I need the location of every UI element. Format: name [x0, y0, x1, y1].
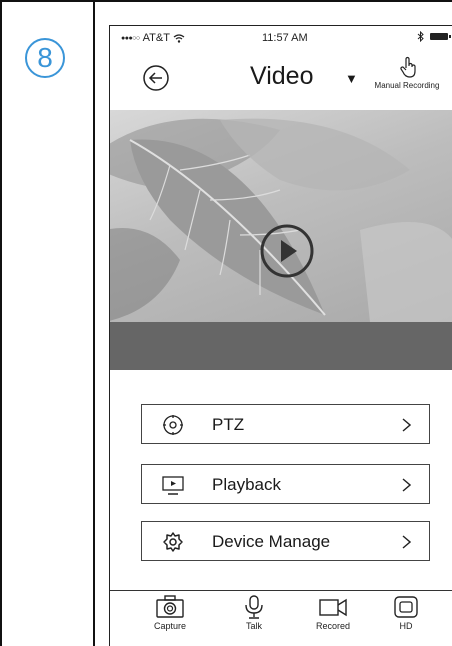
chevron-right-icon [402, 535, 411, 549]
playback-screen-icon [162, 476, 184, 495]
hd-icon [394, 596, 418, 618]
chevron-right-icon [402, 478, 411, 492]
camera-icon [156, 595, 184, 618]
playback-label: Playback [212, 475, 281, 494]
device-manage-label: Device Manage [212, 532, 331, 551]
carrier-name: AT&T [142, 32, 170, 44]
chevron-right-icon [402, 418, 411, 432]
play-icon[interactable] [258, 222, 316, 280]
step-number-badge: 8 [25, 38, 65, 78]
page-title[interactable]: Video [250, 62, 314, 91]
back-arrow-icon[interactable] [142, 64, 170, 92]
bluetooth-icon [417, 31, 424, 42]
frame-top-border [0, 0, 452, 2]
caret-down-icon[interactable]: ▼ [345, 71, 358, 86]
leaf-photo [110, 118, 452, 322]
phone-screen: ●●●○○ AT&T 11:57 AM Video ▼ Manual Recor… [109, 25, 452, 646]
playback-button[interactable]: Playback [141, 464, 430, 504]
gear-icon [163, 532, 183, 552]
battery-icon [430, 33, 451, 40]
nav-bar: Video ▼ Manual Recording [110, 48, 452, 108]
hand-pointer-icon [400, 56, 416, 78]
tab-recored[interactable]: Recored [303, 595, 363, 631]
tab-talk-label: Talk [245, 621, 262, 631]
tab-talk[interactable]: Talk [224, 595, 284, 631]
tab-recored-label: Recored [315, 621, 351, 631]
bottom-toolbar: Capture Talk Recored HD [110, 590, 452, 646]
ptz-label: PTZ [212, 415, 245, 434]
video-preview[interactable] [110, 110, 452, 322]
device-manage-button[interactable]: Device Manage [141, 521, 430, 561]
manual-recording-label: Manual Recording [374, 81, 440, 90]
frame-left-border [0, 0, 2, 646]
manual-recording-button[interactable]: Manual Recording [365, 56, 449, 96]
video-control-band [110, 322, 452, 370]
status-time: 11:57 AM [262, 32, 308, 44]
tab-capture-label: Capture [153, 621, 187, 631]
ptz-crosshair-icon [163, 415, 183, 435]
status-bar: ●●●○○ AT&T 11:57 AM [110, 26, 452, 48]
wifi-icon [173, 33, 185, 43]
tab-hd[interactable]: HD [376, 595, 436, 631]
tab-capture[interactable]: Capture [140, 595, 200, 631]
microphone-icon [245, 595, 263, 619]
frame-divider [93, 0, 95, 646]
tab-hd-label: HD [399, 621, 413, 631]
video-camera-icon [319, 598, 347, 617]
ptz-button[interactable]: PTZ [141, 404, 430, 444]
signal-dots: ●●●○○ [121, 34, 140, 42]
